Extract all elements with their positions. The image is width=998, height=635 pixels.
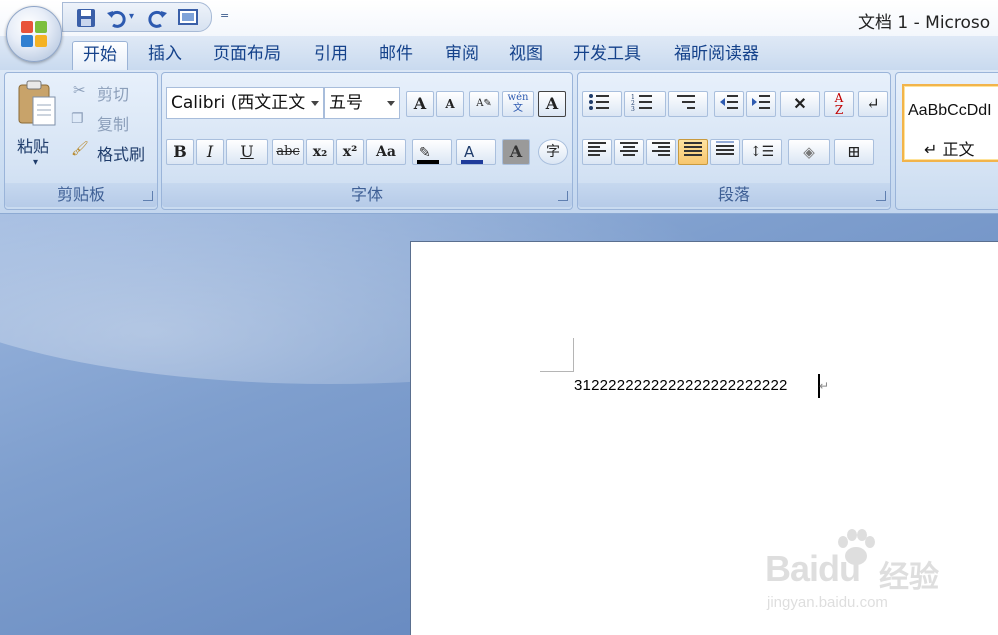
enclose-characters-button[interactable]: 字: [538, 139, 568, 165]
paragraph-group-label: 段落: [578, 183, 890, 207]
paragraph-launcher-icon[interactable]: [876, 191, 886, 201]
tab-home[interactable]: 开始: [72, 41, 128, 70]
cut-button[interactable]: 剪切: [97, 81, 129, 105]
copy-icon: ❐: [71, 111, 84, 127]
print-preview-icon[interactable]: [177, 7, 199, 29]
grow-font-button[interactable]: A: [406, 91, 434, 117]
svg-text:3: 3: [631, 106, 635, 112]
title-bar: ▾ = 文档 1 - Microso: [0, 0, 998, 36]
shading-icon[interactable]: ◈: [788, 139, 830, 165]
shrink-font-button[interactable]: A: [436, 91, 464, 117]
character-shading-button[interactable]: A: [502, 139, 530, 165]
justify-icon[interactable]: [678, 139, 708, 165]
ribbon: 粘贴 ▾ ✂ 剪切 ❐ 复制 🖌 格式刷 剪贴板 Calibri (西文正文 五…: [0, 70, 998, 214]
font-size-dropdown-icon[interactable]: [387, 101, 395, 106]
paste-dropdown-icon[interactable]: ▾: [33, 157, 38, 168]
font-color-bar: [461, 160, 483, 164]
bold-button[interactable]: B: [166, 139, 194, 165]
quick-access-toolbar: ▾: [62, 2, 212, 32]
style-normal-tile[interactable]: AaBbCcDdI ↵ 正文: [902, 84, 998, 162]
style-normal-label: ↵ 正文: [924, 140, 975, 159]
sort-icon[interactable]: AZ: [824, 91, 854, 117]
distributed-icon[interactable]: [710, 139, 740, 165]
clear-format-icon[interactable]: A✎: [469, 91, 499, 117]
document-text[interactable]: 3122222222222222222222222: [574, 377, 788, 394]
tab-developer[interactable]: 开发工具: [563, 41, 651, 70]
watermark-url: jingyan.baidu.com: [767, 594, 888, 611]
tab-references[interactable]: 引用: [304, 41, 358, 70]
highlight-color-bar: [417, 160, 439, 164]
copy-button[interactable]: 复制: [97, 111, 129, 135]
paste-label: 粘贴: [17, 137, 50, 156]
subscript-button[interactable]: x₂: [306, 139, 334, 165]
office-button[interactable]: [6, 6, 62, 62]
numbering-icon[interactable]: 123: [624, 91, 666, 117]
tab-mailings[interactable]: 邮件: [369, 41, 423, 70]
font-color-button[interactable]: A: [456, 139, 496, 165]
style-sample-text: AaBbCcDdI: [908, 102, 992, 119]
paragraph-mark-icon: ↵: [819, 379, 830, 393]
font-group: Calibri (西文正文 五号 A A A✎ wén 文 A B I U ab…: [161, 72, 573, 210]
paragraph-group: 123 ✕ AZ ↵ ↕☰ ◈ ⊞ 段落: [577, 72, 891, 210]
chinese-layout-icon[interactable]: ✕: [780, 91, 820, 117]
font-size-value: 五号: [329, 93, 363, 113]
clipboard-group: 粘贴 ▾ ✂ 剪切 ❐ 复制 🖌 格式刷 剪贴板: [4, 72, 158, 210]
baidu-watermark: Baidu 经验 jingyan.baidu.com: [765, 529, 965, 615]
tab-view[interactable]: 视图: [499, 41, 553, 70]
clipboard-launcher-icon[interactable]: [143, 191, 153, 201]
font-launcher-icon[interactable]: [558, 191, 568, 201]
ribbon-tabs: 开始 插入 页面布局 引用 邮件 审阅 视图 开发工具 福昕阅读器: [0, 36, 998, 70]
align-center-icon[interactable]: [614, 139, 644, 165]
multilevel-list-icon[interactable]: [668, 91, 708, 117]
borders-icon[interactable]: ⊞: [834, 139, 874, 165]
align-left-icon[interactable]: [582, 139, 612, 165]
bullets-icon[interactable]: [582, 91, 622, 117]
underline-button[interactable]: U: [226, 139, 268, 165]
redo-icon[interactable]: [147, 7, 169, 29]
format-painter-button[interactable]: 格式刷: [97, 141, 145, 165]
tab-page-layout[interactable]: 页面布局: [203, 41, 291, 70]
tab-insert[interactable]: 插入: [138, 41, 192, 70]
character-border-button[interactable]: A: [538, 91, 566, 117]
clipboard-group-label: 剪贴板: [5, 183, 157, 207]
phonetic-guide-button[interactable]: wén 文: [502, 91, 534, 117]
decrease-indent-icon[interactable]: [714, 91, 744, 117]
change-case-button[interactable]: Aa: [366, 139, 406, 165]
show-marks-icon[interactable]: ↵: [858, 91, 888, 117]
highlight-button[interactable]: ✎: [412, 139, 452, 165]
watermark-cn: 经验: [879, 560, 939, 595]
undo-dropdown-icon[interactable]: ▾: [129, 11, 139, 33]
save-icon[interactable]: [75, 7, 97, 29]
office-logo-icon: [21, 21, 49, 49]
superscript-button[interactable]: x²: [336, 139, 364, 165]
line-spacing-icon[interactable]: ↕☰: [742, 139, 782, 165]
font-group-label: 字体: [162, 183, 572, 207]
font-name-combo[interactable]: Calibri (西文正文: [166, 87, 324, 119]
paw-icon: [838, 529, 875, 565]
window-title: 文档 1 - Microso: [858, 13, 991, 33]
align-right-icon[interactable]: [646, 139, 676, 165]
strikethrough-button[interactable]: abc: [272, 139, 304, 165]
increase-indent-icon[interactable]: [746, 91, 776, 117]
tab-foxit-reader[interactable]: 福昕阅读器: [664, 41, 769, 70]
customize-qat-icon[interactable]: =: [220, 9, 232, 22]
margin-corner-mark: [540, 338, 574, 372]
tab-review[interactable]: 审阅: [435, 41, 489, 70]
paste-icon: [18, 80, 56, 126]
paste-button[interactable]: 粘贴 ▾: [11, 77, 63, 177]
italic-button[interactable]: I: [196, 139, 224, 165]
scissors-icon: ✂: [73, 81, 86, 99]
font-name-value: Calibri (西文正文: [171, 93, 306, 113]
format-painter-icon: 🖌: [71, 141, 89, 157]
font-size-combo[interactable]: 五号: [324, 87, 400, 119]
font-name-dropdown-icon[interactable]: [311, 101, 319, 106]
undo-icon[interactable]: [105, 7, 127, 29]
